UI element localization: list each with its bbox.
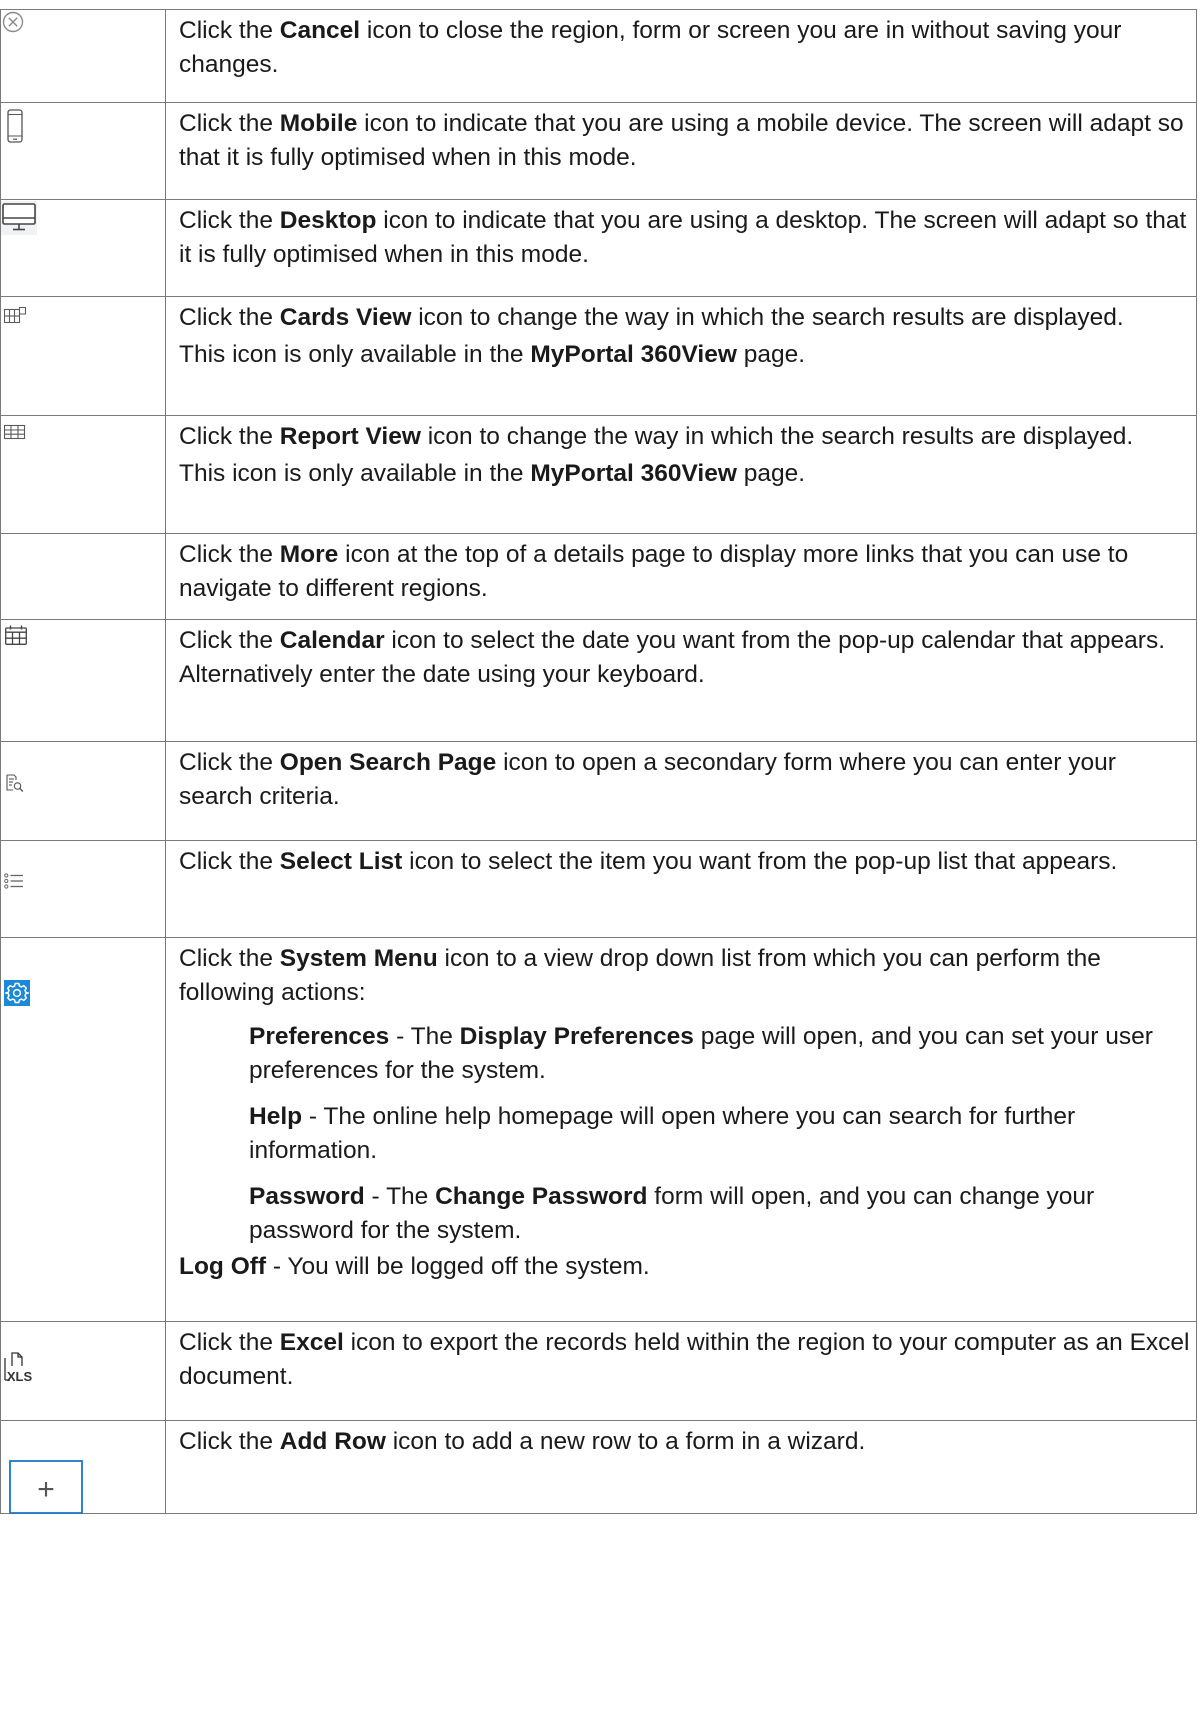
select-list-icon	[4, 873, 24, 889]
icon-cell	[0, 741, 166, 841]
description-cell: Click the Calendar icon to select the da…	[165, 619, 1197, 742]
icon-cell: XLS	[0, 1321, 166, 1421]
open-search-page-icon	[6, 774, 24, 793]
table-row: Click the More icon at the top of a deta…	[0, 533, 1197, 620]
add-row-icon: +	[1, 1460, 83, 1514]
description-text: Click the Open Search Page icon to open …	[179, 749, 1116, 810]
description-cell: Click the Excel icon to export the recor…	[165, 1321, 1197, 1421]
description-cell: Click the Open Search Page icon to open …	[165, 741, 1197, 841]
description-text: Click the Report View icon to change the…	[179, 423, 1134, 450]
menu-action-log-off: Log Off - You will be logged off the sys…	[179, 1253, 650, 1280]
description-cell: Click the Desktop icon to indicate that …	[165, 199, 1197, 297]
table-row: Click the Report View icon to change the…	[0, 415, 1197, 534]
description-text: Click the Excel icon to export the recor…	[179, 1329, 1190, 1390]
availability-note: This icon is only available in the MyPor…	[179, 341, 806, 368]
description-text: Click the More icon at the top of a deta…	[179, 541, 1129, 602]
description-text: Click the System Menu icon to a view dro…	[179, 945, 1101, 1006]
table-row: Click the Mobile icon to indicate that y…	[0, 102, 1197, 200]
description-text: Click the Mobile icon to indicate that y…	[179, 110, 1184, 171]
icon-cell: +	[0, 1420, 166, 1514]
description-cell: Click the Select List icon to select the…	[165, 840, 1197, 938]
description-cell: Click the Report View icon to change the…	[165, 415, 1197, 534]
table-row: Click the System Menu icon to a view dro…	[0, 937, 1197, 1322]
table-row: Click the Desktop icon to indicate that …	[0, 199, 1197, 297]
icon-cell	[0, 937, 166, 1322]
table-row: Click the Cancel icon to close the regio…	[0, 9, 1197, 103]
icon-cell	[0, 199, 166, 297]
table-row: XLS Click the Excel icon to export the r…	[0, 1321, 1197, 1421]
excel-icon: XLS	[3, 1349, 33, 1383]
icon-cell	[0, 840, 166, 938]
icon-cell	[0, 619, 166, 742]
icon-cell	[0, 533, 166, 620]
mobile-icon	[7, 109, 23, 143]
icon-cell	[0, 102, 166, 200]
icon-reference-table: Click the Cancel icon to close the regio…	[0, 9, 1197, 1514]
table-row: Click the Calendar icon to select the da…	[0, 619, 1197, 742]
description-cell: Click the Cards View icon to change the …	[165, 296, 1197, 416]
description-text: Click the Cancel icon to close the regio…	[179, 17, 1122, 78]
description-text: Click the Add Row icon to add a new row …	[179, 1428, 866, 1455]
menu-action-help: Help - The online help homepage will ope…	[249, 1103, 1076, 1164]
description-text: Click the Select List icon to select the…	[179, 848, 1118, 875]
description-cell: Click the More icon at the top of a deta…	[165, 533, 1197, 620]
table-row: Click the Open Search Page icon to open …	[0, 741, 1197, 841]
table-row: + Click the Add Row icon to add a new ro…	[0, 1420, 1197, 1514]
description-text: Click the Desktop icon to indicate that …	[179, 207, 1187, 268]
menu-action-password: Password - The Change Password form will…	[249, 1183, 1095, 1244]
svg-text:+: +	[37, 1473, 55, 1506]
description-text: Click the Cards View icon to change the …	[179, 304, 1124, 331]
description-cell: Click the Cancel icon to close the regio…	[165, 9, 1197, 103]
description-cell: Click the System Menu icon to a view dro…	[165, 937, 1197, 1322]
table-row: Click the Select List icon to select the…	[0, 840, 1197, 938]
report-view-icon	[4, 424, 26, 440]
icon-cell	[0, 415, 166, 534]
calendar-icon	[5, 625, 27, 645]
cards-view-icon	[4, 307, 26, 323]
description-cell: Click the Add Row icon to add a new row …	[165, 1420, 1197, 1514]
description-cell: Click the Mobile icon to indicate that y…	[165, 102, 1197, 200]
desktop-icon	[1, 201, 37, 235]
description-text: Click the Calendar icon to select the da…	[179, 627, 1166, 688]
table-row: Click the Cards View icon to change the …	[0, 296, 1197, 416]
system-menu-icon	[4, 980, 30, 1006]
icon-cell	[0, 9, 166, 103]
svg-text:XLS: XLS	[7, 1369, 33, 1383]
menu-action-preferences: Preferences - The Display Preferences pa…	[249, 1023, 1153, 1084]
availability-note: This icon is only available in the MyPor…	[179, 460, 806, 487]
cancel-icon	[2, 11, 24, 33]
icon-cell	[0, 296, 166, 416]
